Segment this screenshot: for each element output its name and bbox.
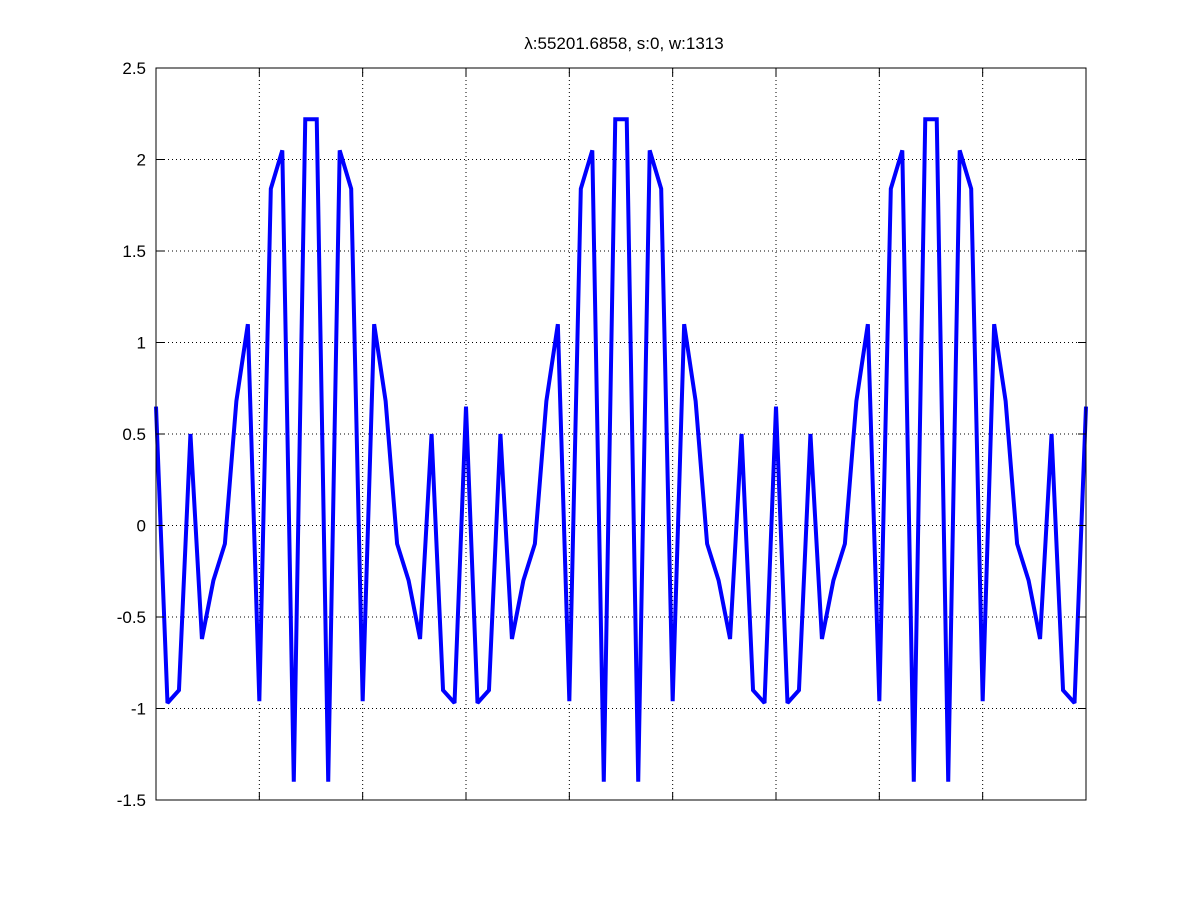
chart-title: λ:55201.6858, s:0, w:1313 <box>524 34 723 53</box>
y-tick-label: -0.5 <box>117 608 146 627</box>
y-tick-label: 0 <box>137 517 146 536</box>
y-tick-label: -1 <box>131 700 146 719</box>
y-tick-label: 2.5 <box>122 59 146 78</box>
y-tick-label: 1 <box>137 334 146 353</box>
figure: λ:55201.6858, s:0, w:1313 -1.5 -1 -0.5 0 0.5… <box>0 0 1200 900</box>
line-chart: λ:55201.6858, s:0, w:1313 -1.5 -1 -0.5 0 0.5… <box>117 34 1088 810</box>
y-tick-label: 2 <box>137 151 146 170</box>
y-tick-label: 0.5 <box>122 425 146 444</box>
y-tick-label: -1.5 <box>117 791 146 810</box>
y-tick-label: 1.5 <box>122 242 146 261</box>
